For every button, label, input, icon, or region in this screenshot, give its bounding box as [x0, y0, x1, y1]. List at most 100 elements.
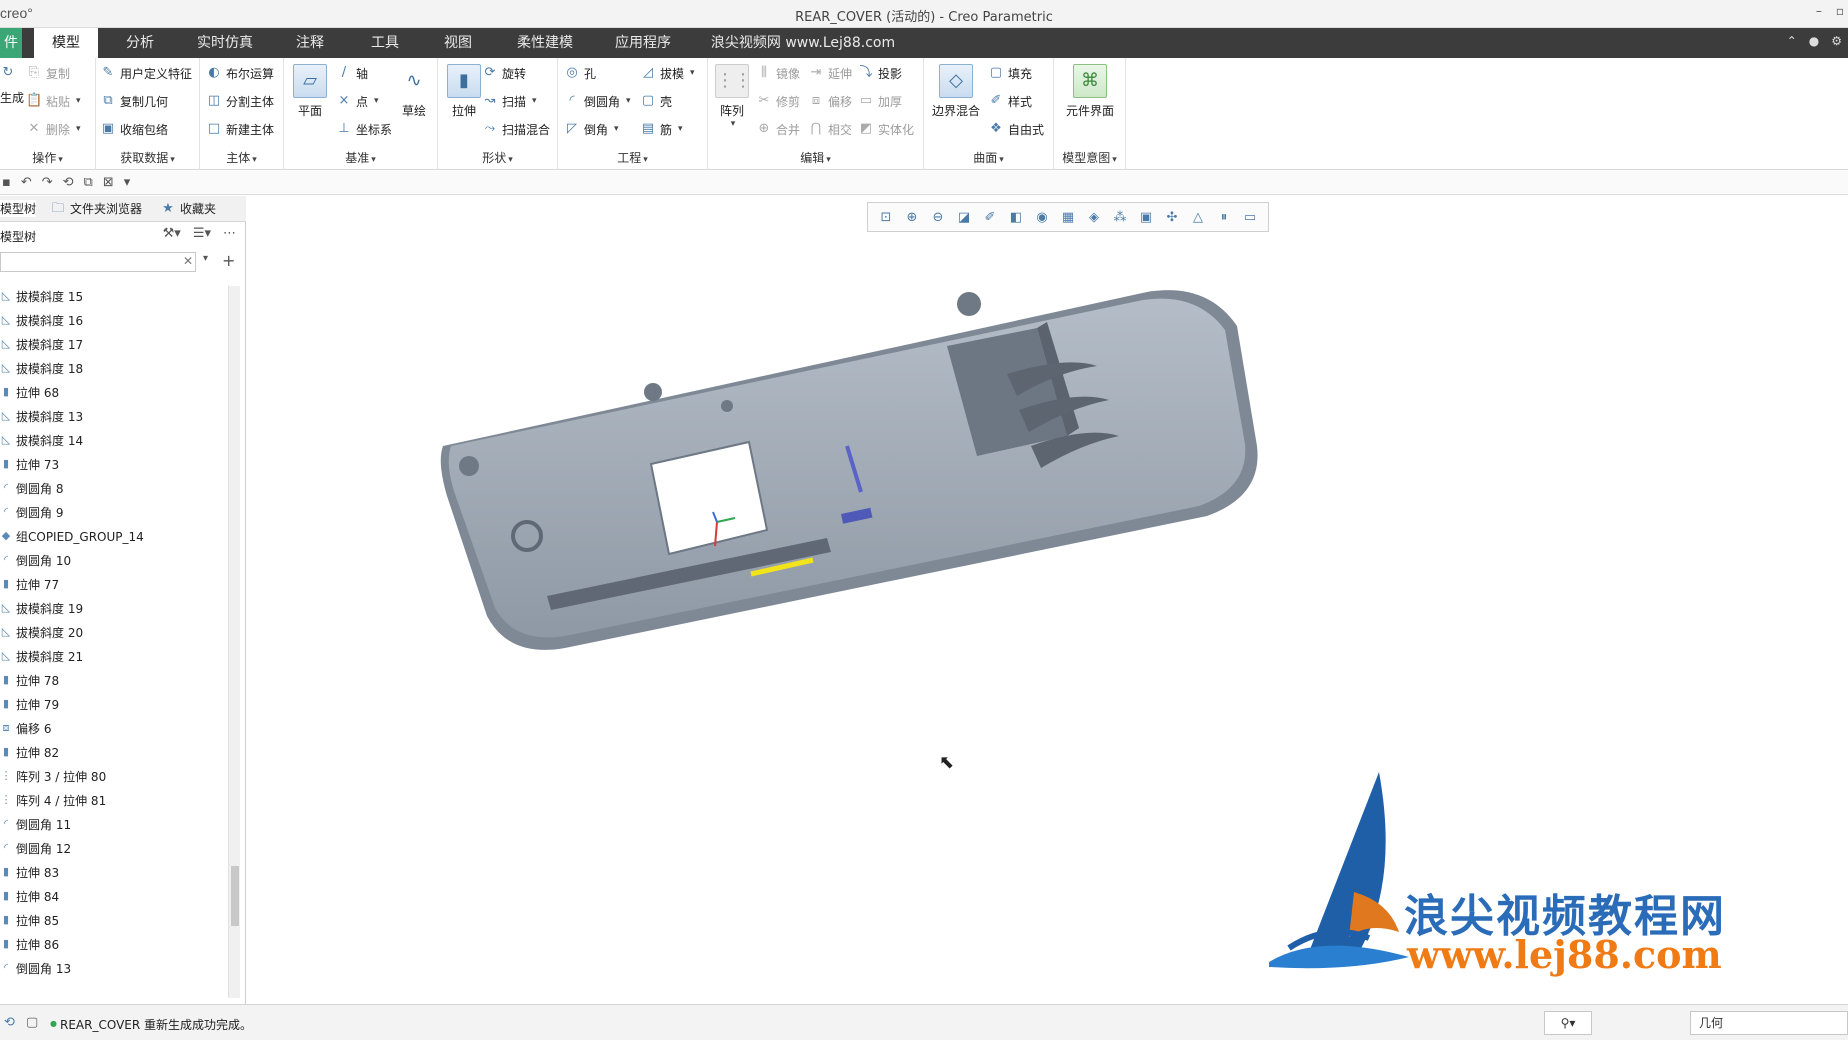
tree-item[interactable]: ◺ 拔模斜度 19 — [0, 596, 226, 620]
customize-toolbar-icon[interactable]: ▾ — [124, 175, 131, 190]
tab-annotate[interactable]: 注释 — [280, 28, 340, 58]
mirror-button[interactable]: ⫼ 镜像 — [756, 62, 800, 84]
group-label-engineering[interactable]: 工程 ▾ — [558, 149, 707, 166]
tree-columns-icon[interactable]: ☰▾ — [193, 226, 211, 241]
tab-view[interactable]: 视图 — [428, 28, 488, 58]
maximize-button[interactable]: ▫ — [1836, 4, 1844, 18]
tree-item[interactable]: ⋮ 阵列 4 / 拉伸 81 — [0, 788, 226, 812]
tree-settings-icon[interactable]: ⚒▾ — [163, 226, 181, 241]
minimize-button[interactable]: – — [1816, 4, 1822, 18]
swept-blend-button[interactable]: ⤳ 扫描混合 — [482, 118, 550, 140]
tree-item[interactable]: ▮ 拉伸 68 — [0, 380, 226, 404]
extrude-button[interactable]: ▮ 拉伸 — [442, 64, 486, 119]
tree-item[interactable]: ◺ 拔模斜度 20 — [0, 620, 226, 644]
scrollbar-thumb[interactable] — [231, 866, 239, 926]
component-interface-button[interactable]: ⌘ 元件界面 — [1060, 64, 1120, 119]
tree-item[interactable]: ▮ 拉伸 84 — [0, 884, 226, 908]
shrinkwrap-button[interactable]: ▣ 收缩包络 — [100, 118, 168, 140]
regenerate-icon[interactable]: ↻ — [0, 62, 16, 84]
tree-item[interactable]: ◜ 倒圆角 13 — [0, 956, 226, 980]
merge-button[interactable]: ⊕ 合并 — [756, 118, 800, 140]
regenerate-icon[interactable]: ⟲ — [63, 175, 74, 190]
round-button[interactable]: ◜ 倒圆角 ▾ — [564, 90, 630, 112]
shell-button[interactable]: ▢ 壳 — [640, 90, 672, 112]
tab-tools[interactable]: 工具 — [355, 28, 415, 58]
tab-flexible-modeling[interactable]: 柔性建模 — [505, 28, 585, 58]
tree-search-input[interactable] — [0, 252, 196, 272]
delete-button[interactable]: ✕ 删除 ▾ — [26, 118, 81, 140]
tab-model[interactable]: 模型 — [34, 28, 98, 58]
tree-item[interactable]: ▮ 拉伸 77 — [0, 572, 226, 596]
tree-item[interactable]: ◺ 拔模斜度 16 — [0, 308, 226, 332]
redo-icon[interactable]: ↷ — [42, 175, 53, 190]
tree-item[interactable]: ◺ 拔模斜度 18 — [0, 356, 226, 380]
group-label-model-intent[interactable]: 模型意图 ▾ — [1054, 149, 1125, 166]
fill-button[interactable]: ▢ 填充 — [988, 62, 1032, 84]
sketch-button[interactable]: ∿ 草绘 — [392, 64, 436, 119]
rib-button[interactable]: ▤ 筋 ▾ — [640, 118, 683, 140]
search-help-icon[interactable]: ● — [1809, 34, 1819, 48]
thicken-button[interactable]: ▭ 加厚 — [858, 90, 902, 112]
tree-item[interactable]: ◺ 拔模斜度 13 — [0, 404, 226, 428]
close-window-icon[interactable]: ⊠ — [103, 175, 114, 190]
windows-icon[interactable]: ⧉ — [84, 175, 93, 190]
undo-icon[interactable]: ↶ — [21, 175, 32, 190]
tree-item[interactable]: ◜ 倒圆角 12 — [0, 836, 226, 860]
tree-item[interactable]: ◆ 组COPIED_GROUP_14 — [0, 524, 226, 548]
tab-live-simulation[interactable]: 实时仿真 — [190, 28, 260, 58]
pattern-button[interactable]: ⋮⋮ 阵列 ▾ — [712, 64, 752, 129]
tree-item[interactable]: ◺ 拔模斜度 17 — [0, 332, 226, 356]
tree-item[interactable]: ◜ 倒圆角 10 — [0, 548, 226, 572]
selection-filter-dropdown[interactable]: 几何 — [1690, 1011, 1848, 1035]
tab-applications[interactable]: 应用程序 — [605, 28, 681, 58]
boundary-blend-button[interactable]: ◇ 边界混合 — [928, 64, 984, 119]
collapse-ribbon-icon[interactable]: ⌃ — [1787, 34, 1797, 48]
tree-item[interactable]: ◺ 拔模斜度 14 — [0, 428, 226, 452]
tab-folder-browser[interactable]: 🗀 文件夹浏览器 — [50, 200, 142, 217]
group-label-surfaces[interactable]: 曲面 ▾ — [924, 149, 1053, 166]
copy-button[interactable]: ⎘ 复制 — [26, 62, 70, 84]
axis-button[interactable]: / 轴 — [336, 62, 368, 84]
tree-item[interactable]: ▮ 拉伸 73 — [0, 452, 226, 476]
new-body-button[interactable]: □ 新建主体 — [206, 118, 274, 140]
udf-button[interactable]: ✎ 用户定义特征 — [100, 62, 192, 84]
add-feature-icon[interactable]: + — [222, 251, 235, 270]
paste-button[interactable]: 📋 粘贴 ▾ — [26, 90, 81, 112]
revolve-button[interactable]: ⟳ 旋转 — [482, 62, 526, 84]
split-body-button[interactable]: ◫ 分割主体 — [206, 90, 274, 112]
extend-button[interactable]: ⇥ 延伸 — [808, 62, 852, 84]
solidify-button[interactable]: ◩ 实体化 — [858, 118, 914, 140]
status-icon[interactable]: ⟲ — [4, 1015, 15, 1030]
chamfer-button[interactable]: ◸ 倒角 ▾ — [564, 118, 619, 140]
search-dropdown-icon[interactable]: ▾ — [203, 253, 208, 264]
tree-item[interactable]: ⧈ 偏移 6 — [0, 716, 226, 740]
tab-favorites[interactable]: ★ 收藏夹 — [160, 200, 216, 217]
tree-item[interactable]: ◺ 拔模斜度 21 — [0, 644, 226, 668]
copy-geometry-button[interactable]: ⧉ 复制几何 — [100, 90, 168, 112]
group-label-get-data[interactable]: 获取数据 ▾ — [96, 149, 199, 166]
selection-mode-button[interactable]: ⚲▾ — [1544, 1011, 1592, 1035]
draft-button[interactable]: ◿ 拔模 ▾ — [640, 62, 695, 84]
group-label-shapes[interactable]: 形状 ▾ — [438, 149, 557, 166]
group-label-body[interactable]: 主体 ▾ — [200, 149, 283, 166]
tree-item[interactable]: ◺ 拔模斜度 15 — [0, 284, 226, 308]
group-label-datum[interactable]: 基准 ▾ — [284, 149, 437, 166]
tree-scrollbar[interactable] — [228, 286, 240, 998]
tree-item[interactable]: ◜ 倒圆角 9 — [0, 500, 226, 524]
tree-item[interactable]: ▮ 拉伸 83 — [0, 860, 226, 884]
tab-model-tree[interactable]: 模型树 — [0, 200, 37, 217]
tree-item[interactable]: ▮ 拉伸 79 — [0, 692, 226, 716]
tree-item[interactable]: ⋮ 阵列 3 / 拉伸 80 — [0, 764, 226, 788]
tree-item[interactable]: ▮ 拉伸 86 — [0, 932, 226, 956]
tree-filter-icon[interactable]: ⋯ — [223, 226, 236, 241]
tab-analysis[interactable]: 分析 — [110, 28, 170, 58]
hole-button[interactable]: ◎ 孔 — [564, 62, 596, 84]
group-label-operations[interactable]: 操作 ▾ — [0, 149, 95, 166]
graphics-toggle-icon[interactable]: ▢ — [26, 1015, 38, 1030]
clear-search-icon[interactable]: ✕ — [183, 254, 193, 268]
tab-file[interactable]: 件 — [0, 28, 22, 58]
point-button[interactable]: × 点 ▾ — [336, 90, 379, 112]
intersect-button[interactable]: ⋂ 相交 — [808, 118, 852, 140]
project-button[interactable]: ⤵ 投影 — [858, 62, 902, 84]
tab-lej88[interactable]: 浪尖视频网 www.Lej88.com — [708, 28, 898, 58]
